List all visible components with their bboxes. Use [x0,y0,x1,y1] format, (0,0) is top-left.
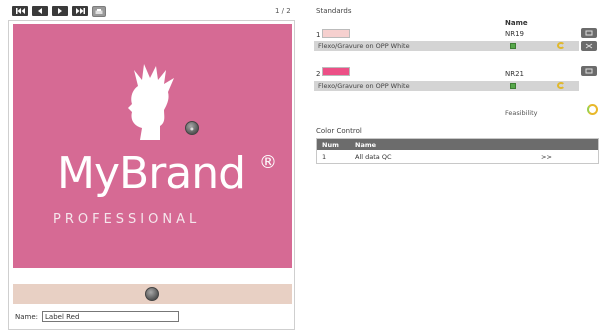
standard-substrate-bar: Flexo/Gravure on OPP White [314,41,579,51]
print-icon [95,8,103,14]
label-preview-frame: ● MyBrand ® PROFESSIONAL Name: [8,20,295,330]
previous-page-icon [38,8,42,14]
last-page-button[interactable] [72,6,88,16]
name-column-header: Name [505,19,528,27]
remove-icon [585,43,593,49]
table-header: Num Name [317,139,598,150]
registered-mark: ® [259,152,277,173]
standards-title: Standards [316,7,352,15]
standard-remove-button[interactable] [581,41,597,51]
status-ok-icon [510,43,516,49]
row-name: All data QC [355,153,392,161]
feasibility-label: Feasibility [505,109,538,117]
standard-index: 2 [316,70,321,78]
previous-page-button[interactable] [32,6,48,16]
standard-edit-button[interactable] [581,28,597,38]
next-page-button[interactable] [52,6,68,16]
standard-name: NR21 [505,70,525,78]
feasibility-refresh-icon[interactable] [587,104,598,115]
status-ok-icon [510,83,516,89]
pager-toolbar [12,6,106,18]
page-indicator: 1 / 2 [275,7,291,15]
brand-tagline: PROFESSIONAL [53,212,201,227]
row-num: 1 [322,153,327,161]
standard-substrate-bar: Flexo/Gravure on OPP White [314,81,579,91]
color-control-title: Color Control [316,127,362,135]
standard-edit-button[interactable] [581,66,597,76]
head-silhouette-icon [128,64,174,140]
standard-index: 1 [316,31,321,39]
name-input[interactable] [42,311,180,322]
row-open-link[interactable]: >> [541,153,552,161]
edit-icon [585,30,593,36]
brand-name: MyBrand [57,148,246,199]
standard-substrate: Flexo/Gravure on OPP White [318,82,410,90]
name-row: Name: [15,311,180,322]
substrate-strip [13,284,292,304]
print-button[interactable] [92,6,106,17]
standard-swatch [322,29,350,38]
name-label: Name: [15,312,39,321]
first-page-icon [15,8,25,14]
label-artwork: ● MyBrand ® PROFESSIONAL [13,24,292,268]
strip-marker-button[interactable] [145,287,159,301]
standard-substrate: Flexo/Gravure on OPP White [318,42,410,50]
color-control-table: Num Name 1 All data QC >> [316,138,599,164]
name-column-header: Name [355,141,377,149]
first-page-button[interactable] [12,6,28,16]
color-marker-button[interactable]: ● [185,121,199,135]
num-column-header: Num [322,141,339,149]
next-page-icon [58,8,62,14]
warning-icon [557,82,565,89]
edit-icon [585,68,593,74]
last-page-icon [75,8,85,14]
warning-icon [557,42,565,49]
standard-name: NR19 [505,30,525,38]
table-row[interactable]: 1 All data QC >> [317,150,598,163]
standard-swatch [322,67,350,76]
